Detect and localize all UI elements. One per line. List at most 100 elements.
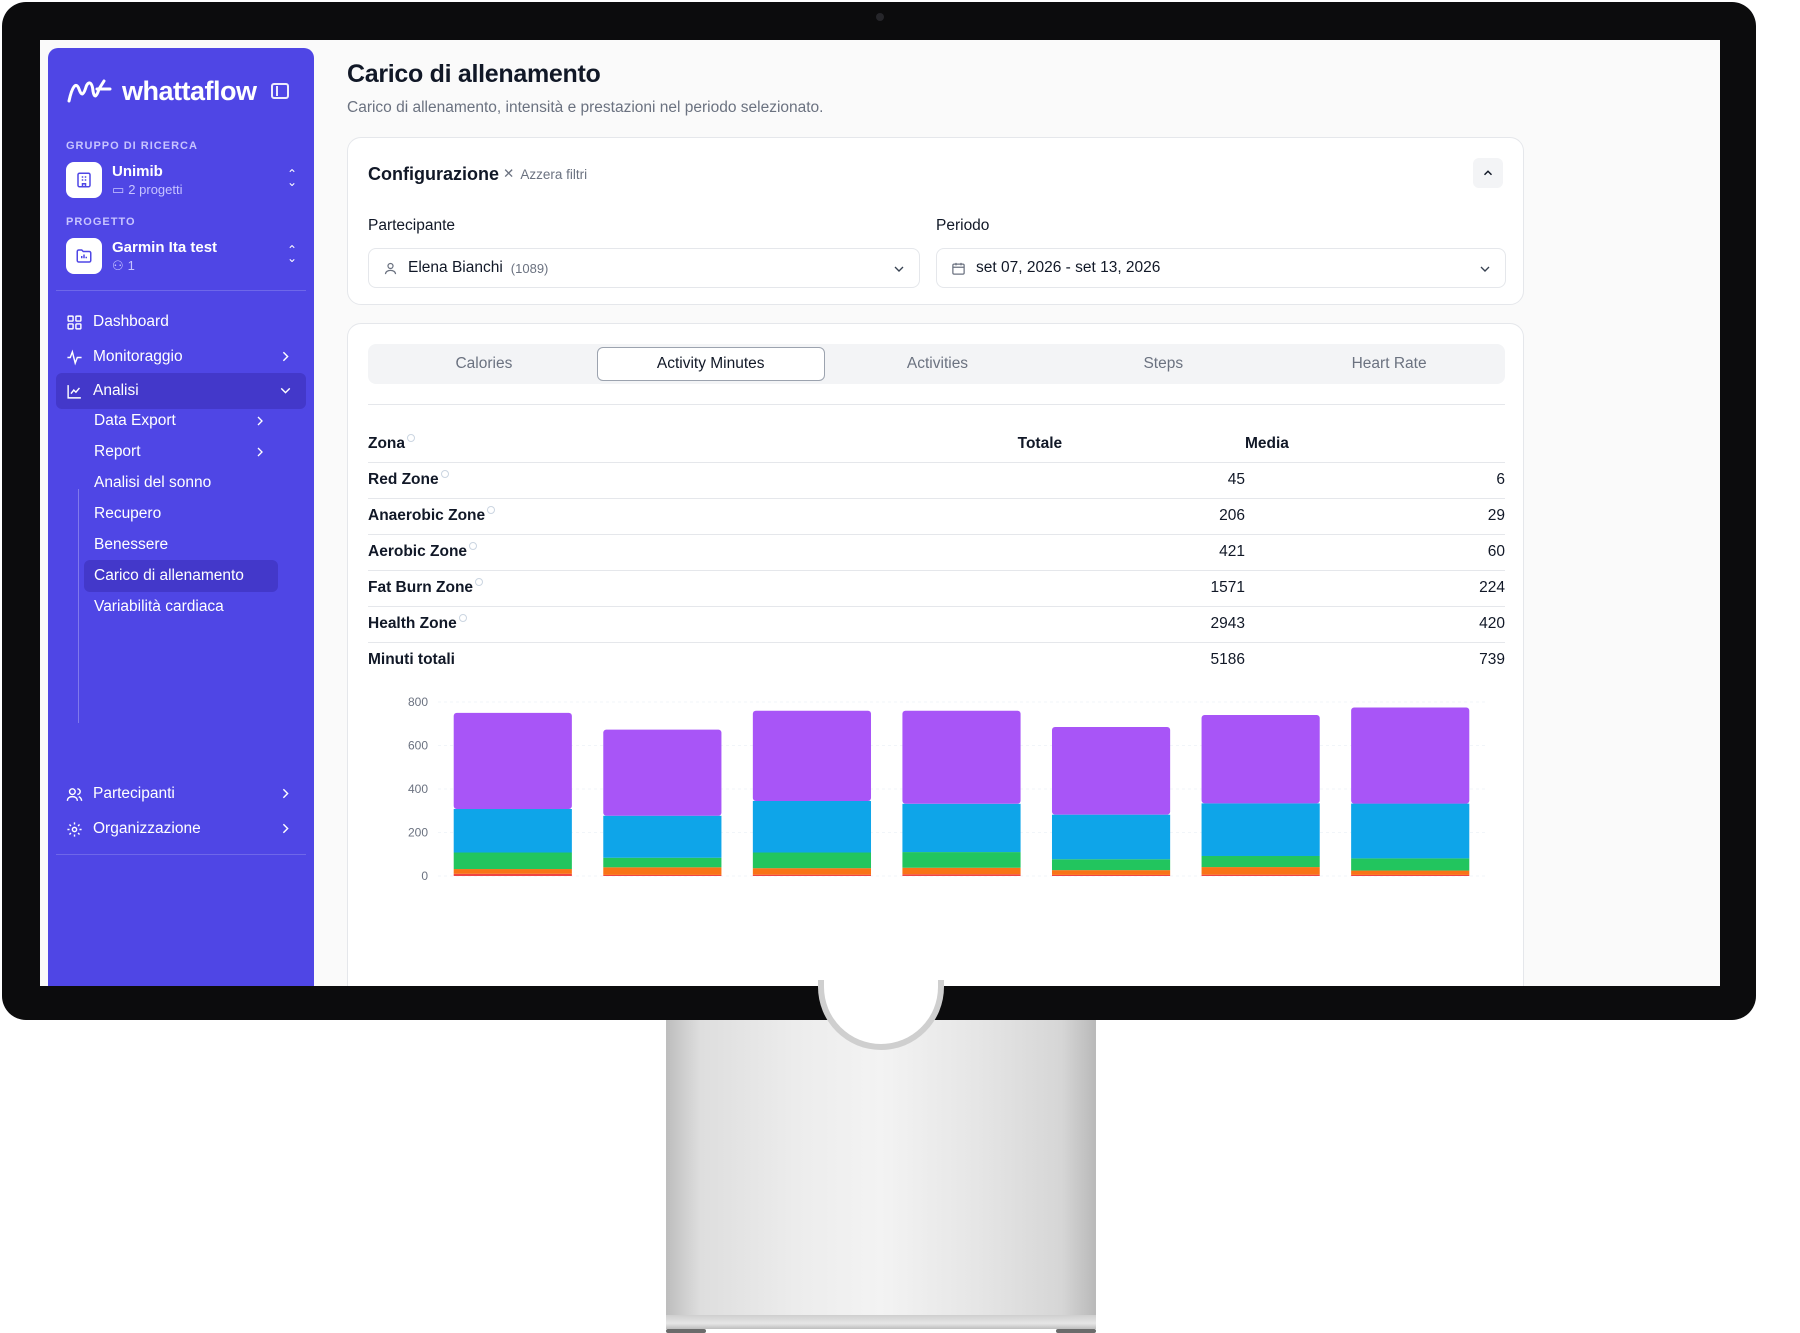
bar-segment-fat-burn-zone[interactable] [902,803,1021,853]
bar-segment-health-zone[interactable] [453,712,572,810]
info-icon[interactable] [440,470,449,479]
configuration-title: Configurazione [368,164,499,184]
project-meta: 1 [127,258,135,273]
bar-segment-aerobic-zone[interactable] [603,857,722,868]
bar-segment-health-zone[interactable] [1201,715,1320,804]
column-header-zone: Zona [368,426,1018,463]
sidebar-item-partecipanti[interactable]: Partecipanti [56,776,306,812]
bar-segment-anaerobic-zone[interactable] [453,869,572,874]
sidebar-item-label: Organizzazione [93,820,201,837]
info-icon[interactable] [475,578,484,587]
page-subtitle: Carico di allenamento, intensità e prest… [347,99,824,116]
period-select[interactable]: set 07, 2026 - set 13, 2026 [936,248,1506,288]
bar-segment-red-zone[interactable] [603,874,722,876]
sidebar-item-monitoraggio[interactable]: Monitoraggio [56,339,306,375]
submenu-item-label: Variabilità cardiaca [94,598,224,615]
bar-segment-aerobic-zone[interactable] [1351,858,1470,871]
info-icon[interactable] [458,614,467,623]
metric-tabs: Calories Activity Minutes Activities Ste… [368,344,1505,384]
bar-segment-fat-burn-zone[interactable] [752,800,872,853]
chevron-updown-icon: ⌃ ⌄ [286,167,298,189]
chevron-updown-icon: ⌃ ⌄ [286,243,298,265]
tab-calories[interactable]: Calories [371,347,597,381]
submenu-item-variabilita[interactable]: Variabilità cardiaca [84,591,278,623]
bar-segment-health-zone[interactable] [603,729,722,816]
chevron-down-icon [894,266,904,272]
participant-id: (1089) [510,260,549,276]
bar-segment-red-zone[interactable] [902,874,1021,876]
zone-name: Red Zone [368,471,439,489]
group-switcher[interactable]: Unimib ▭ 2 progetti ⌃ ⌄ [66,158,298,202]
tab-activity-minutes[interactable]: Activity Minutes [596,347,825,381]
project-switcher[interactable]: Garmin Ita test ⚇ 1 ⌃ ⌄ [66,234,298,278]
submenu-item-carico[interactable]: Carico di allenamento [84,560,278,592]
bar-segment-red-zone[interactable] [1051,874,1171,876]
sidebar-item-dashboard[interactable]: Dashboard [56,304,306,340]
bar-segment-aerobic-zone[interactable] [1201,855,1320,868]
submenu-item-benessere[interactable]: Benessere [84,529,278,561]
bar-segment-health-zone[interactable] [1051,727,1171,815]
app-screen: whattaflow GRUPPO DI RICERCA Unimib ▭ 2 p… [40,40,1720,986]
sidebar-item-label: Monitoraggio [93,348,183,365]
bar-segment-anaerobic-zone[interactable] [752,868,872,875]
bar-segment-anaerobic-zone[interactable] [1051,870,1171,875]
bar-segment-health-zone[interactable] [1351,707,1470,804]
bar-segment-health-zone[interactable] [752,710,872,801]
zone-name: Anaerobic Zone [368,507,486,525]
bar-segment-fat-burn-zone[interactable] [1201,803,1320,856]
bar-segment-fat-burn-zone[interactable] [1351,803,1470,859]
bar-segment-aerobic-zone[interactable] [453,852,572,870]
bar-segment-anaerobic-zone[interactable] [1351,870,1470,875]
reset-filters-button[interactable]: ✕ Azzera filtri [503,166,587,182]
sidebar-item-analisi[interactable]: Analisi [56,373,306,409]
stacked-bar-chart: 0 200 400 600 800 [408,695,1485,883]
period-value: set 07, 2026 - set 13, 2026 [976,259,1161,276]
info-icon[interactable] [407,434,416,443]
bar-segment-aerobic-zone[interactable] [1051,859,1171,871]
bar-segment-fat-burn-zone[interactable] [603,815,722,858]
sidebar-item-organizzazione[interactable]: Organizzazione [56,811,306,847]
submenu-item-sonno[interactable]: Analisi del sonno [84,467,278,499]
submenu-item-label: Recupero [94,505,162,522]
sidebar-item-label: Partecipanti [93,785,175,802]
building-icon [66,162,102,198]
avg-cell: 739 [1479,651,1505,669]
bar-segment-anaerobic-zone[interactable] [1201,867,1320,875]
reset-filters-label: Azzera filtri [520,166,588,182]
submenu-item-label: Data Export [94,412,176,429]
group-section-label: GRUPPO DI RICERCA [66,140,198,152]
submenu-item-data-export[interactable]: Data Export [84,405,278,437]
collapse-card-button[interactable] [1473,158,1503,188]
bar-segment-anaerobic-zone[interactable] [902,867,1021,875]
participant-select[interactable]: Elena Bianchi (1089) [368,248,920,288]
sidebar: whattaflow GRUPPO DI RICERCA Unimib ▭ 2 p… [48,48,314,986]
bar-segment-red-zone[interactable] [1201,874,1320,876]
bar-segment-aerobic-zone[interactable] [902,852,1021,868]
submenu-item-report[interactable]: Report [84,436,278,468]
bar-segment-fat-burn-zone[interactable] [1051,814,1171,860]
monitor-foot-right [1056,1329,1096,1333]
submenu-item-recupero[interactable]: Recupero [84,498,278,530]
bar-segment-anaerobic-zone[interactable] [603,867,722,875]
bar-segment-aerobic-zone[interactable] [752,852,872,869]
chevron-down-icon [1480,266,1490,272]
tab-heart-rate[interactable]: Heart Rate [1276,347,1502,381]
period-label: Periodo [936,217,990,234]
submenu-item-label: Analisi del sonno [94,474,212,491]
info-icon[interactable] [487,506,496,515]
bar-segment-red-zone[interactable] [1351,874,1470,876]
tab-activities[interactable]: Activities [825,347,1051,381]
total-cell: 5186 [1210,651,1245,669]
zone-cell: Red Zone [368,462,1018,499]
bar-segment-health-zone[interactable] [902,710,1021,804]
table-row: Red Zone 45 6 [368,462,1505,499]
info-icon[interactable] [469,542,478,551]
camera-dot [876,13,884,21]
bar-segment-red-zone[interactable] [752,874,872,876]
bar-segment-red-zone[interactable] [453,873,572,876]
bar-segment-fat-burn-zone[interactable] [453,809,572,853]
tab-steps[interactable]: Steps [1050,347,1276,381]
brand-logo[interactable]: whattaflow [66,76,257,107]
sidebar-toggle-icon[interactable] [271,83,289,99]
y-tick-label: 0 [421,869,428,883]
